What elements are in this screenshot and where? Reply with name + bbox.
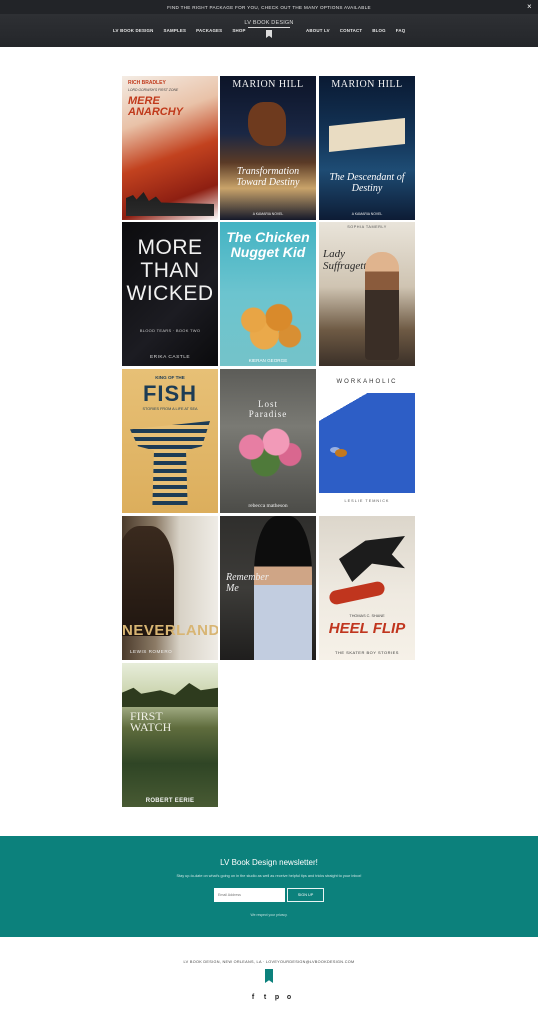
cover-top-text: MARION HILL <box>331 79 403 90</box>
book-cover-transformation[interactable]: MARION HILL Transformation Toward Destin… <box>220 76 316 220</box>
cover-art <box>254 516 312 660</box>
book-cover-chicken-nugget-kid[interactable]: The Chicken Nugget Kid KIERAN GEORGE <box>220 222 316 366</box>
cover-author: LEWIS ROMERO <box>130 649 173 654</box>
book-cover-first-watch[interactable]: FIRST WATCH ROBERT EERIE <box>122 663 218 807</box>
cover-title: FIRST WATCH <box>130 709 172 734</box>
cover-title: Remember Me <box>226 572 269 594</box>
cover-subtitle: A KAMARIA NOVEL <box>351 212 383 216</box>
cover-title: Lost Paradise <box>248 399 288 419</box>
skateboard-icon <box>328 580 386 606</box>
cover-subtitle: BLOOD TEARS · BOOK TWO <box>139 328 201 333</box>
cover-title: The Chicken Nugget Kid <box>226 229 310 260</box>
cover-art <box>319 393 415 493</box>
covers-grid: RICH BRADLEY LORD GORNISH'S FIRST ZONE M… <box>0 0 538 830</box>
cover-title: HEEL FLIP <box>328 620 406 637</box>
cover-art <box>248 102 286 146</box>
cover-title: WORKAHOLIC <box>336 379 398 385</box>
email-field[interactable] <box>214 888 285 902</box>
book-cover-heel-flip[interactable]: THOMAS C. SHANE HEEL FLIP THE SKATER BOY… <box>319 516 415 660</box>
cover-author: KIERAN GEORGE <box>248 358 288 363</box>
privacy-note: We respect your privacy. <box>250 913 288 917</box>
book-cover-workaholic[interactable]: WORKAHOLIC LESLIE TEMNICK <box>319 369 415 513</box>
book-cover-mere-anarchy[interactable]: RICH BRADLEY LORD GORNISH'S FIRST ZONE M… <box>122 76 218 220</box>
cover-author: THOMAS C. SHANE <box>349 614 385 618</box>
cover-top-text: RICH BRADLEY <box>128 80 166 86</box>
newsletter-title: LV Book Design newsletter! <box>220 858 318 867</box>
cover-title: MERE ANARCHY <box>128 95 183 118</box>
cover-top-text: MARION HILL <box>232 79 304 90</box>
cover-author: ROBERT EERIE <box>145 798 195 804</box>
newsletter-description: Stay up-to-date on what's going on in th… <box>176 874 362 878</box>
cover-top-text: KING OF THE <box>155 375 185 380</box>
book-cover-lady-suffragette[interactable]: SOPHIA TAMERLY Lady Suffragette <box>319 222 415 366</box>
instagram-icon[interactable]: o <box>285 994 293 1002</box>
cover-title: The Descendant of Destiny <box>329 172 405 194</box>
cover-author: LESLIE TEMNICK <box>344 499 390 503</box>
cover-author: rebecca matheson <box>248 503 288 509</box>
book-cover-more-than-wicked[interactable]: MORE THAN WICKED BLOOD TEARS · BOOK TWO … <box>122 222 218 366</box>
book-cover-lost-paradise[interactable]: Lost Paradise rebecca matheson <box>220 369 316 513</box>
cover-subtitle: STORIES FROM A LIFE AT SEA <box>142 407 198 411</box>
cover-art <box>365 252 399 360</box>
footer-contact[interactable]: LV BOOK DESIGN, NEW ORLEANS, LA · LOVEYO… <box>0 960 538 964</box>
newsletter-section: LV Book Design newsletter! Stay up-to-da… <box>0 836 538 937</box>
cover-art <box>122 526 174 636</box>
cover-art <box>126 192 214 216</box>
cover-subtitle: LORD GORNISH'S FIRST ZONE <box>128 88 179 92</box>
footer-logo-icon[interactable] <box>265 969 273 983</box>
cover-art <box>232 300 304 350</box>
cover-title: FISH <box>142 381 198 406</box>
cover-title: Transformation Toward Destiny <box>236 166 300 188</box>
facebook-icon[interactable]: f <box>249 994 257 1002</box>
bee-icon <box>335 449 347 457</box>
book-cover-neverland[interactable]: NEVERLAND. LEWIS ROMERO <box>122 516 218 660</box>
cover-title: MORE THAN WICKED <box>126 236 214 305</box>
book-cover-descendant[interactable]: MARION HILL The Descendant of Destiny A … <box>319 76 415 220</box>
cover-art <box>234 427 304 477</box>
cover-top-text: SOPHIA TAMERLY <box>347 225 387 229</box>
book-cover-remember-me[interactable]: Remember Me <box>220 516 316 660</box>
twitter-icon[interactable]: t <box>261 994 269 1002</box>
social-links: f t p o <box>249 994 293 1002</box>
cover-title: NEVERLAND. <box>122 622 218 639</box>
sign-up-button[interactable]: SIGN UP <box>287 888 324 902</box>
cover-art <box>329 118 405 152</box>
cover-art <box>130 421 210 505</box>
cover-title: Lady Suffragette <box>323 248 372 272</box>
cover-author: ERIKA CASTLE <box>149 355 191 360</box>
pinterest-icon[interactable]: p <box>273 994 281 1002</box>
cover-subtitle: A KAMARIA NOVEL <box>252 212 284 216</box>
cover-art <box>339 536 405 582</box>
cover-subtitle: THE SKATER BOY STORIES <box>335 650 399 655</box>
cover-art <box>122 683 218 707</box>
book-cover-king-of-the-fish[interactable]: KING OF THE FISH STORIES FROM A LIFE AT … <box>122 369 218 513</box>
